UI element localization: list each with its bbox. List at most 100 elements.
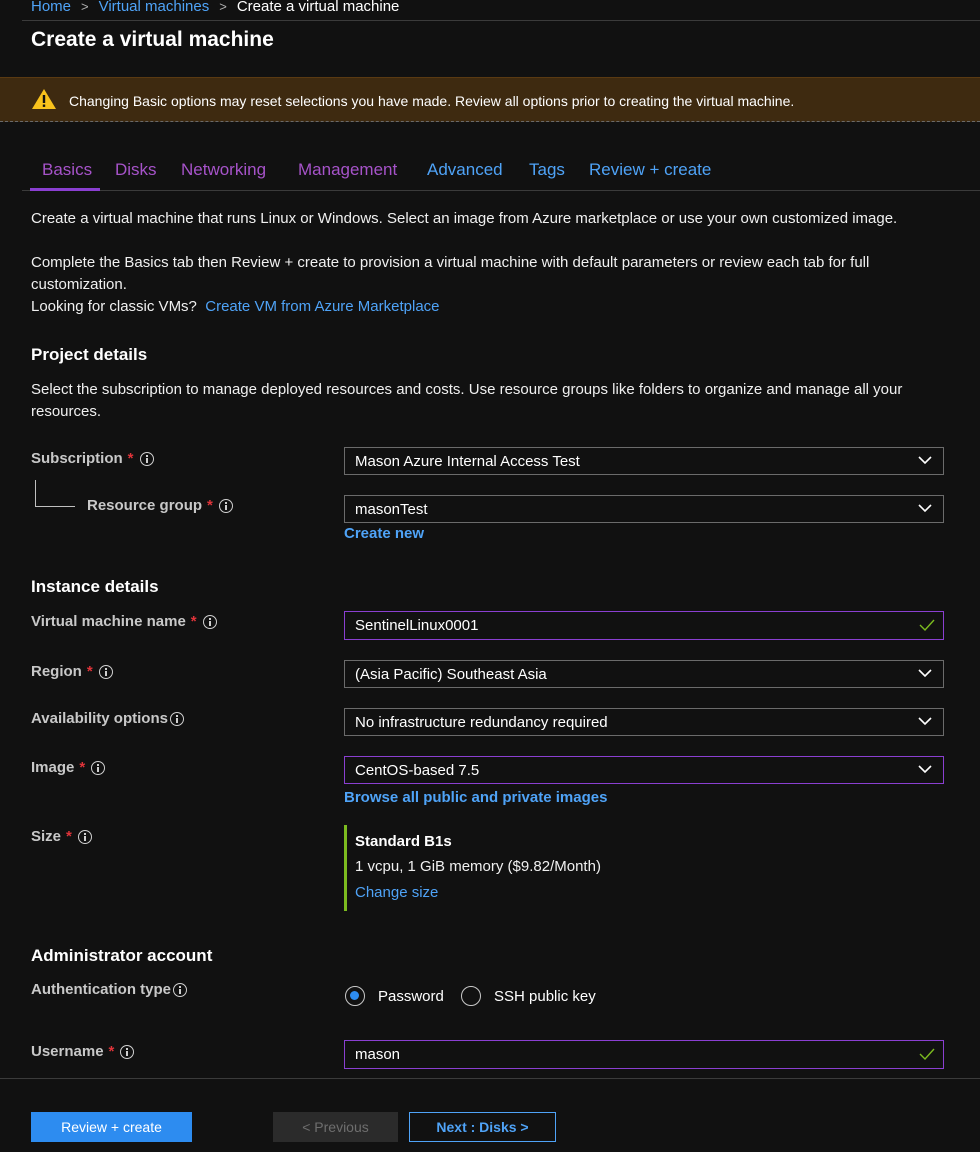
authentication-type-radio-group: Password SSH public key: [344, 985, 614, 1009]
tab-networking[interactable]: Networking: [181, 160, 266, 180]
intro-line-1: Create a virtual machine that runs Linux…: [31, 210, 898, 227]
subscription-value: Mason Azure Internal Access Test: [355, 453, 580, 470]
resource-group-select[interactable]: masonTest: [344, 495, 944, 523]
required-asterisk: *: [86, 663, 93, 680]
vm-name-label-text: Virtual machine name: [31, 613, 186, 630]
tab-review-create[interactable]: Review + create: [589, 160, 711, 180]
ssh-public-key-radio[interactable]: [461, 986, 481, 1006]
username-value: mason: [355, 1046, 401, 1063]
image-label-text: Image: [31, 759, 75, 776]
username-label-text: Username: [31, 1043, 104, 1060]
vm-name-input[interactable]: SentinelLinux0001: [344, 611, 944, 640]
vm-size-card: Standard B1s 1 vcpu, 1 GiB memory ($9.82…: [344, 825, 647, 911]
info-icon[interactable]: [218, 498, 233, 513]
instance-details-heading: Instance details: [31, 577, 159, 596]
intro-line-2: Complete the Basics tab then Review + cr…: [31, 254, 870, 293]
required-asterisk: *: [79, 759, 86, 776]
username-input[interactable]: mason: [344, 1040, 944, 1069]
chevron-down-icon: [918, 456, 932, 465]
classic-vms-line: Looking for classic VMs? Create VM from …: [31, 296, 951, 318]
vm-name-value: SentinelLinux0001: [355, 617, 479, 634]
project-details-description: Select the subscription to manage deploy…: [31, 381, 903, 420]
resource-group-label: Resource group *: [87, 497, 233, 514]
breadcrumb-home-link[interactable]: Home: [31, 0, 71, 14]
required-asterisk: *: [127, 450, 134, 467]
classic-vms-prefix: Looking for classic VMs?: [31, 298, 197, 315]
create-vm-marketplace-link[interactable]: Create VM from Azure Marketplace: [205, 298, 439, 315]
region-select[interactable]: (Asia Pacific) Southeast Asia: [344, 660, 944, 688]
info-icon[interactable]: [173, 982, 188, 997]
ssh-public-key-radio-label[interactable]: SSH public key: [494, 988, 596, 1005]
region-label-text: Region: [31, 663, 82, 680]
create-new-resource-group-link[interactable]: Create new: [344, 525, 424, 542]
subscription-label: Subscription *: [31, 450, 154, 467]
page-title: Create a virtual machine: [31, 28, 274, 51]
vm-size-description: 1 vcpu, 1 GiB memory ($9.82/Month): [355, 858, 601, 875]
authentication-type-label-text: Authentication type: [31, 981, 172, 998]
project-details-heading: Project details: [31, 345, 148, 364]
availability-options-select[interactable]: No infrastructure redundancy required: [344, 708, 944, 736]
previous-button[interactable]: < Previous: [273, 1112, 398, 1142]
chevron-down-icon: [918, 717, 932, 726]
resource-group-label-text: Resource group: [87, 497, 203, 514]
password-radio[interactable]: [345, 986, 365, 1006]
info-icon[interactable]: [91, 760, 106, 775]
breadcrumb-virtual-machines-link[interactable]: Virtual machines: [99, 0, 210, 14]
resource-group-value: masonTest: [355, 501, 428, 518]
availability-options-label-text: Availability options: [31, 710, 168, 727]
availability-options-label: Availability options: [31, 710, 184, 727]
tab-bar-divider: [22, 190, 980, 191]
tab-advanced[interactable]: Advanced: [427, 160, 503, 180]
required-asterisk: *: [207, 497, 213, 514]
info-icon[interactable]: [98, 664, 113, 679]
vm-size-name: Standard B1s: [355, 833, 452, 850]
warning-icon: [32, 89, 56, 109]
vm-name-label: Virtual machine name *: [31, 613, 217, 630]
warning-banner: Changing Basic options may reset selecti…: [0, 77, 980, 122]
tree-connector: [35, 480, 75, 507]
size-label-text: Size: [31, 828, 62, 845]
breadcrumb-separator: >: [81, 0, 89, 14]
image-select[interactable]: CentOS-based 7.5: [344, 756, 944, 784]
footer-divider: [0, 1078, 980, 1079]
image-value: CentOS-based 7.5: [355, 762, 480, 779]
tab-basics[interactable]: Basics: [42, 160, 92, 180]
chevron-down-icon: [918, 765, 932, 774]
required-asterisk: *: [108, 1043, 115, 1060]
breadcrumb: Home > Virtual machines > Create a virtual m…: [31, 0, 399, 14]
change-size-link[interactable]: Change size: [355, 884, 438, 901]
checkmark-icon: [919, 619, 935, 631]
chevron-down-icon: [918, 669, 932, 678]
checkmark-icon: [919, 1048, 935, 1060]
password-radio-label[interactable]: Password: [378, 988, 444, 1005]
subscription-select[interactable]: Mason Azure Internal Access Test: [344, 447, 944, 475]
username-label: Username *: [31, 1043, 135, 1060]
review-create-button[interactable]: Review + create: [31, 1112, 192, 1142]
availability-options-value: No infrastructure redundancy required: [355, 714, 608, 731]
size-label: Size *: [31, 828, 92, 845]
info-icon[interactable]: [169, 711, 184, 726]
warning-banner-text: Changing Basic options may reset selecti…: [69, 93, 795, 109]
administrator-account-heading: Administrator account: [31, 946, 213, 965]
next-disks-button[interactable]: Next : Disks >: [409, 1112, 556, 1142]
region-value: (Asia Pacific) Southeast Asia: [355, 666, 547, 683]
authentication-type-label: Authentication type: [31, 981, 188, 998]
required-asterisk: *: [190, 613, 197, 630]
info-icon[interactable]: [139, 451, 154, 466]
tab-disks[interactable]: Disks: [115, 160, 157, 180]
tab-tags[interactable]: Tags: [529, 160, 565, 180]
breadcrumb-separator: >: [219, 0, 227, 14]
info-icon[interactable]: [77, 829, 92, 844]
tab-management[interactable]: Management: [298, 160, 397, 180]
region-label: Region *: [31, 663, 113, 680]
chevron-down-icon: [918, 504, 932, 513]
breadcrumb-current: Create a virtual machine: [236, 0, 400, 14]
divider: [22, 20, 980, 21]
subscription-label-text: Subscription: [31, 450, 123, 467]
info-icon[interactable]: [202, 614, 217, 629]
browse-images-link[interactable]: Browse all public and private images: [344, 789, 607, 806]
required-asterisk: *: [66, 828, 72, 845]
image-label: Image *: [31, 759, 106, 776]
active-tab-indicator: [30, 188, 100, 191]
info-icon[interactable]: [120, 1044, 135, 1059]
